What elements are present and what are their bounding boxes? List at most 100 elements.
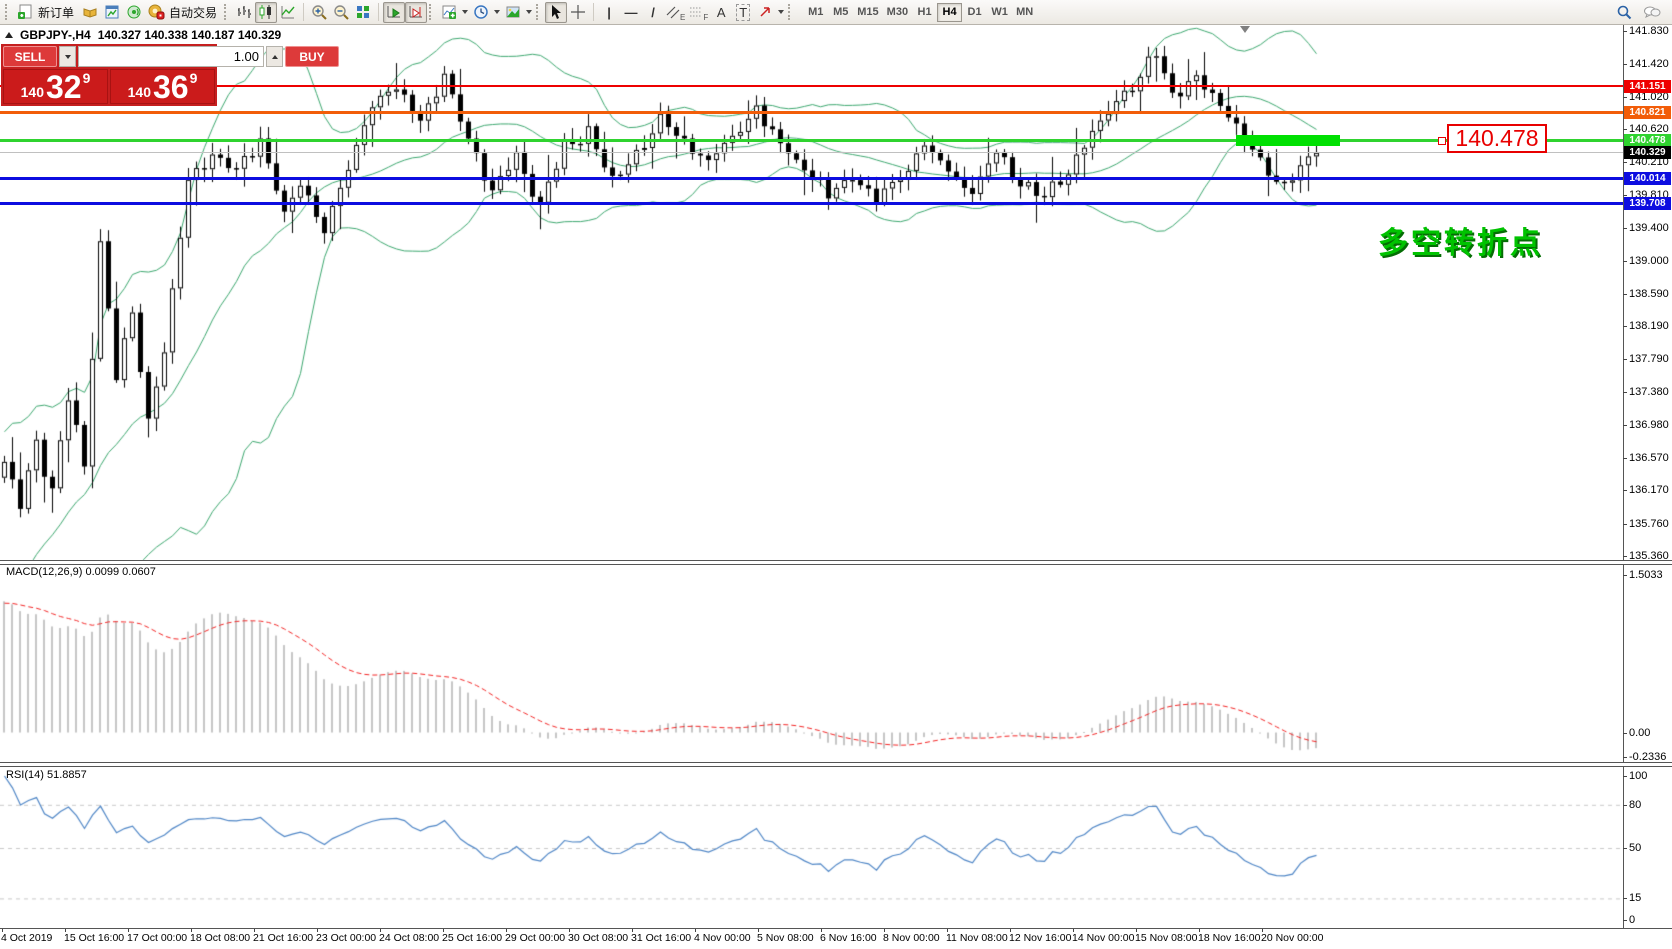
chat-button[interactable] [1641, 2, 1663, 23]
price-tick-label: 135.760 [1629, 518, 1669, 530]
chart-shift-marker-icon[interactable] [1240, 26, 1250, 33]
horizontal-level-line-140.478[interactable] [0, 139, 1623, 142]
toolbar-grip[interactable] [788, 4, 793, 20]
fibonacci-tool[interactable]: F [687, 2, 710, 23]
arrows-dropdown-icon[interactable] [778, 10, 784, 14]
time-tick-label: 20 Nov 00:00 [1261, 932, 1323, 944]
price-tick-label: 136.980 [1629, 419, 1669, 431]
turning-point-note[interactable]: 多空转折点 [1378, 218, 1543, 262]
indicators-button[interactable] [438, 2, 460, 23]
timeframe-w1[interactable]: W1 [987, 3, 1012, 22]
horizontal-level-line-140.821[interactable] [0, 111, 1623, 114]
periods-button[interactable] [470, 2, 492, 23]
time-tick-label: 18 Oct 08:00 [190, 932, 250, 944]
price-callout-label[interactable]: 140.478 [1447, 124, 1547, 153]
timeframe-mn[interactable]: MN [1012, 3, 1037, 22]
chat-icon [1643, 4, 1661, 20]
arrows-tool[interactable] [754, 2, 776, 23]
new-order-button[interactable] [14, 2, 36, 23]
horizontal-line-tool[interactable]: — [620, 2, 642, 23]
price-tick-label: 137.380 [1629, 386, 1669, 398]
time-tick-label: 31 Oct 16:00 [631, 932, 691, 944]
timeframe-h1[interactable]: H1 [912, 3, 937, 22]
channel-tool[interactable]: E [664, 2, 687, 23]
expand-icon[interactable] [5, 32, 13, 38]
time-tick-label: 5 Nov 08:00 [757, 932, 814, 944]
candlestick-chart-button[interactable] [255, 2, 277, 23]
horizontal-line-icon: — [625, 5, 638, 20]
templates-button[interactable] [502, 2, 524, 23]
toolbar-grip[interactable] [5, 4, 10, 20]
sell-button[interactable]: SELL [3, 46, 57, 67]
timeframe-m5[interactable]: M5 [828, 3, 853, 22]
toolbar-grip[interactable] [429, 4, 434, 20]
spinner-up-icon [272, 55, 278, 59]
price-tick-mark [1623, 359, 1627, 360]
volume-input[interactable] [78, 46, 264, 67]
price-chart-canvas[interactable] [0, 25, 1672, 949]
bid-price-line[interactable] [0, 152, 1623, 153]
buy-price-prefix: 140 [128, 83, 151, 101]
timeframe-m15[interactable]: M15 [853, 3, 882, 22]
buy-price-button[interactable]: 140 36 9 [110, 69, 215, 104]
toolbar-separator [303, 3, 304, 21]
line-chart-button[interactable] [277, 2, 299, 23]
price-tick-mark [1623, 425, 1627, 426]
indicators-dropdown-icon[interactable] [462, 10, 468, 14]
timeframe-m30[interactable]: M30 [883, 3, 912, 22]
price-tick-mark [1623, 261, 1627, 262]
volume-down-button[interactable] [59, 46, 76, 67]
volume-up-button[interactable] [266, 46, 283, 67]
toolbar-separator [378, 3, 379, 21]
macd-tick-mark [1623, 733, 1627, 734]
vertical-line-tool[interactable]: | [598, 2, 620, 23]
autotrade-label[interactable]: 自动交易 [169, 4, 217, 21]
price-tick-mark [1623, 524, 1627, 525]
timeframe-d1[interactable]: D1 [962, 3, 987, 22]
horizontal-level-line-139.708[interactable] [0, 202, 1623, 205]
market-watch-button[interactable] [79, 2, 101, 23]
horizontal-level-line-140.014[interactable] [0, 177, 1623, 180]
tile-windows-button[interactable] [352, 2, 374, 23]
time-tick-label: 17 Oct 00:00 [127, 932, 187, 944]
cursor-button[interactable] [545, 2, 567, 23]
rsi-axis-label: 80 [1629, 799, 1641, 811]
timeframe-m1[interactable]: M1 [803, 3, 828, 22]
tile-windows-icon [355, 4, 371, 20]
zoom-out-button[interactable] [330, 2, 352, 23]
crosshair-button[interactable] [567, 2, 589, 23]
buy-button[interactable]: BUY [285, 46, 339, 67]
rsi-tick-mark [1623, 848, 1627, 849]
highlight-zone-rect[interactable] [1236, 135, 1340, 146]
line-anchor-marker[interactable] [1438, 137, 1446, 145]
macd-pane-splitter[interactable] [0, 560, 1672, 565]
sell-price-big: 32 [46, 73, 82, 101]
search-button[interactable] [1613, 2, 1635, 23]
new-order-label[interactable]: 新订单 [38, 4, 74, 21]
price-tick-mark [1623, 294, 1627, 295]
signals-button[interactable] [123, 2, 145, 23]
text-tool[interactable]: A [710, 2, 732, 23]
time-tick-label: 21 Oct 16:00 [253, 932, 313, 944]
symbol-title: GBPJPY-,H4 [20, 28, 91, 42]
rsi-pane-splitter[interactable] [0, 762, 1672, 767]
periods-dropdown-icon[interactable] [494, 10, 500, 14]
timeframe-h4[interactable]: H4 [937, 3, 962, 22]
auto-scroll-button[interactable] [383, 2, 405, 23]
candlestick-chart-icon [258, 4, 274, 20]
chart-window-button[interactable] [101, 2, 123, 23]
time-tick-label: 25 Oct 16:00 [442, 932, 502, 944]
time-tick-label: 12 Nov 16:00 [1009, 932, 1071, 944]
text-label-tool[interactable]: T [732, 2, 754, 23]
zoom-in-button[interactable] [308, 2, 330, 23]
bar-chart-button[interactable] [233, 2, 255, 23]
toolbar-grip[interactable] [536, 4, 541, 20]
time-tick-label: 18 Nov 16:00 [1198, 932, 1260, 944]
chart-shift-button[interactable] [405, 2, 427, 23]
toolbar-grip[interactable] [224, 4, 229, 20]
autotrade-button[interactable] [145, 2, 167, 23]
templates-dropdown-icon[interactable] [526, 10, 532, 14]
trendline-tool[interactable]: / [642, 2, 664, 23]
horizontal-level-line-141.151[interactable] [0, 85, 1623, 87]
sell-price-button[interactable]: 140 32 9 [3, 69, 108, 104]
